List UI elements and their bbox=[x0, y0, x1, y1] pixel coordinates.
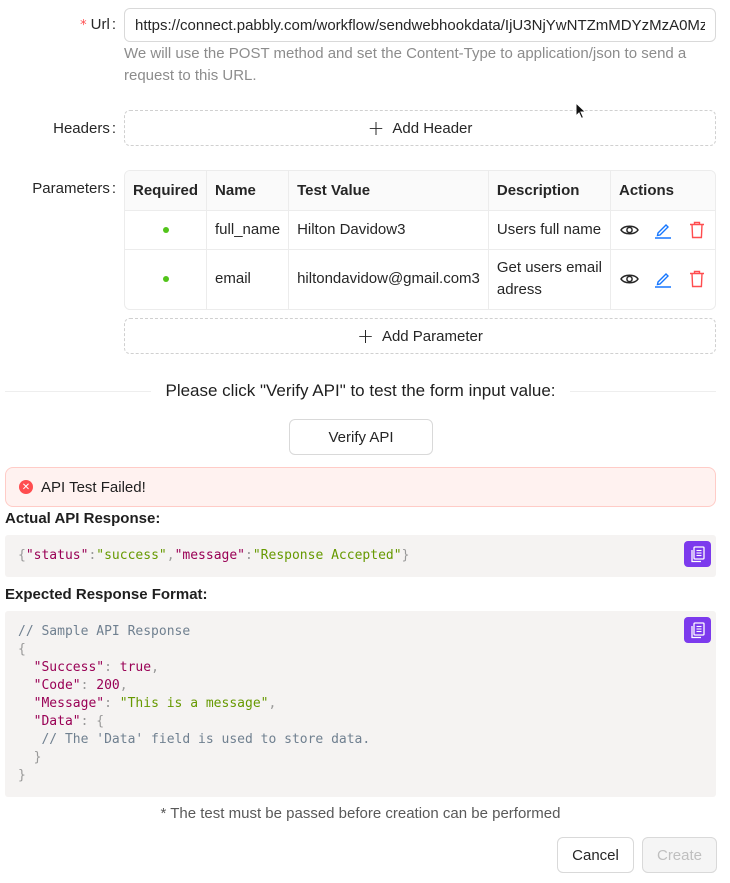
eye-icon[interactable] bbox=[619, 269, 639, 289]
actual-response-heading: Actual API Response: bbox=[5, 510, 161, 527]
copy-expected-response-button[interactable] bbox=[684, 617, 711, 643]
alert-message: API Test Failed! bbox=[41, 478, 146, 496]
name-cell: email bbox=[206, 249, 289, 309]
required-asterisk: * bbox=[80, 18, 87, 33]
column-header-required: Required bbox=[125, 171, 207, 211]
parameters-label: Parameters: bbox=[32, 180, 116, 197]
expected-response-heading: Expected Response Format: bbox=[5, 586, 208, 603]
description-cell: Users full name bbox=[487, 210, 611, 250]
actual-response-code: {"status":"success","message":"Response … bbox=[5, 535, 716, 577]
table-header-row: Required Name Test Value Description Act… bbox=[125, 171, 715, 211]
column-header-description: Description bbox=[487, 171, 611, 211]
trash-icon[interactable] bbox=[687, 220, 707, 240]
actions-cell bbox=[610, 249, 715, 309]
close-circle-icon: ✕ bbox=[19, 480, 33, 494]
name-cell: full_name bbox=[206, 210, 289, 250]
edit-icon[interactable] bbox=[653, 220, 673, 240]
error-alert: ✕ API Test Failed! bbox=[5, 467, 716, 507]
plus-icon: + bbox=[367, 116, 385, 140]
table-row: full_name Hilton Davidow3 Users full nam… bbox=[125, 210, 715, 250]
headers-label: Headers: bbox=[53, 120, 116, 137]
required-dot-icon bbox=[162, 276, 169, 283]
eye-icon[interactable] bbox=[619, 220, 639, 240]
url-form-row: *Url: We will use the POST method and se… bbox=[0, 0, 730, 100]
edit-icon[interactable] bbox=[653, 269, 673, 289]
expected-response-code: // Sample API Response { "Success": true… bbox=[5, 611, 716, 797]
create-button[interactable]: Create bbox=[642, 837, 717, 873]
url-input[interactable] bbox=[124, 8, 716, 42]
verify-api-button[interactable]: Verify API bbox=[289, 419, 433, 455]
copy-icon bbox=[690, 621, 705, 638]
column-header-test-value: Test Value bbox=[288, 171, 489, 211]
column-header-actions: Actions bbox=[610, 171, 715, 211]
divider-line bbox=[5, 390, 152, 392]
required-cell bbox=[125, 210, 207, 250]
trash-icon[interactable] bbox=[687, 269, 707, 289]
test-required-note: * The test must be passed before creatio… bbox=[160, 805, 561, 822]
test-value-cell: hiltondavidow@gmail.com3 bbox=[288, 249, 489, 309]
cancel-button[interactable]: Cancel bbox=[557, 837, 634, 873]
add-header-button[interactable]: + Add Header bbox=[124, 110, 716, 146]
copy-actual-response-button[interactable] bbox=[684, 541, 711, 567]
description-cell: Get users email adress bbox=[487, 249, 611, 309]
url-help-text: We will use the POST method and set the … bbox=[124, 45, 687, 84]
required-dot-icon bbox=[162, 226, 169, 233]
url-label: * Url: bbox=[80, 16, 116, 33]
mouse-cursor-icon bbox=[575, 102, 587, 120]
copy-icon bbox=[690, 545, 705, 562]
add-parameter-button[interactable]: + Add Parameter bbox=[124, 318, 716, 354]
column-header-name: Name bbox=[206, 171, 289, 211]
table-row: email hiltondavidow@gmail.com3 Get users… bbox=[125, 249, 715, 309]
parameters-table: Required Name Test Value Description Act… bbox=[124, 170, 716, 310]
plus-icon: + bbox=[357, 324, 374, 348]
required-cell bbox=[125, 249, 207, 309]
divider-line bbox=[569, 390, 716, 392]
verify-prompt: Please click "Verify API" to test the fo… bbox=[165, 381, 556, 400]
verify-divider: Please click "Verify API" to test the fo… bbox=[5, 380, 716, 402]
test-value-cell: Hilton Davidow3 bbox=[288, 210, 489, 250]
actions-cell bbox=[610, 210, 715, 250]
